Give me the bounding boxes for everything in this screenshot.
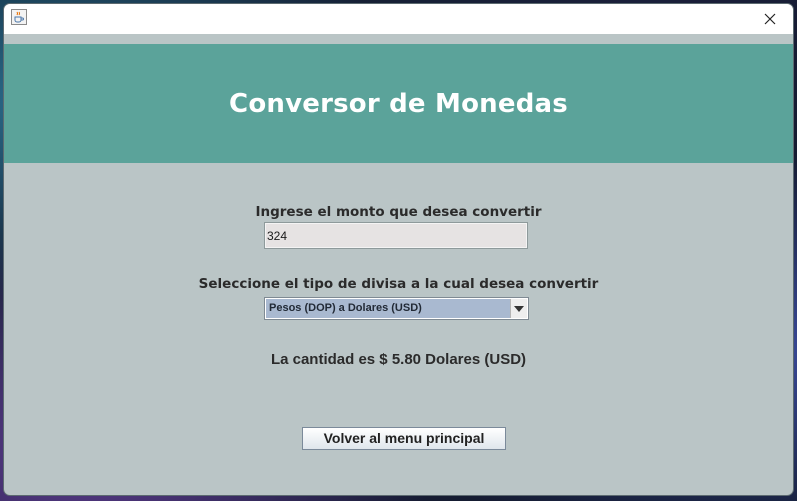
back-to-menu-button[interactable]: Volver al menu principal bbox=[302, 427, 506, 450]
chevron-down-icon bbox=[514, 305, 524, 312]
title-bar bbox=[4, 4, 793, 34]
header-banner: Conversor de Monedas bbox=[4, 44, 793, 163]
dropdown-arrow-button[interactable] bbox=[510, 299, 527, 318]
page-title: Conversor de Monedas bbox=[229, 88, 568, 119]
currency-select[interactable]: Pesos (DOP) a Dolares (USD) bbox=[264, 297, 529, 320]
currency-label: Seleccione el tipo de divisa a la cual d… bbox=[198, 276, 599, 292]
close-icon bbox=[764, 13, 776, 25]
java-cup-icon bbox=[11, 9, 27, 25]
close-button[interactable] bbox=[747, 4, 793, 34]
amount-label: Ingrese el monto que desea convertir bbox=[255, 204, 542, 220]
amount-input[interactable] bbox=[264, 222, 528, 249]
conversion-result: La cantidad es $ 5.80 Dolares (USD) bbox=[270, 351, 527, 368]
currency-selected-value: Pesos (DOP) a Dolares (USD) bbox=[266, 299, 510, 318]
app-window: Conversor de Monedas Ingrese el monto qu… bbox=[4, 4, 793, 495]
